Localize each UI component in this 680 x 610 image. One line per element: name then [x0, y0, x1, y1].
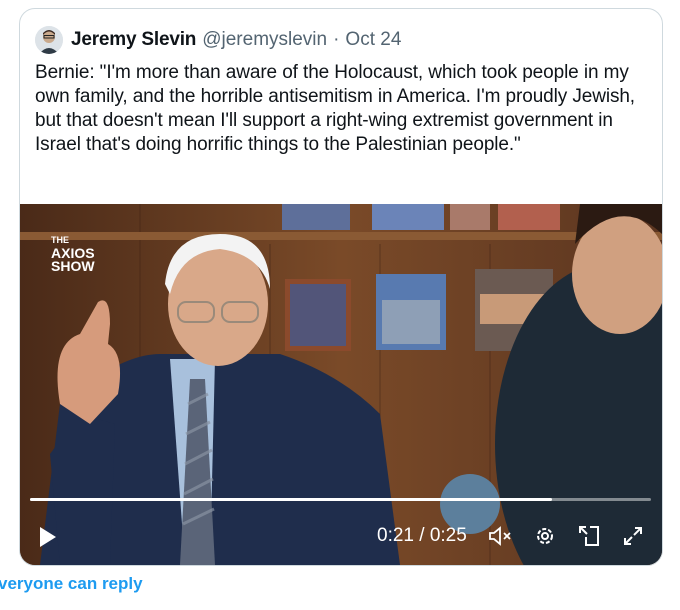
- author-handle[interactable]: @jeremyslevin: [202, 29, 327, 51]
- reply-settings-link[interactable]: veryone can reply: [0, 574, 143, 594]
- video-controls: 0:21 / 0:25: [20, 514, 662, 558]
- tweet-text: Bernie: "I'm more than aware of the Holo…: [35, 62, 635, 155]
- settings-icon[interactable]: [533, 524, 557, 553]
- logo-line-3: SHOW: [51, 258, 95, 274]
- play-icon[interactable]: [38, 526, 58, 553]
- progress-fill: [30, 498, 552, 501]
- current-time: 0:21: [377, 525, 414, 546]
- show-logo: THE AXIOS SHOW: [51, 234, 95, 273]
- separator-dot: ·: [333, 29, 340, 50]
- video-player[interactable]: THE AXIOS SHOW 0:21 / 0:25: [20, 204, 662, 565]
- video-time: 0:21 / 0:25: [377, 525, 467, 547]
- tweet-card[interactable]: Jeremy Slevin @jeremyslevin · Oct 24 Ber…: [19, 8, 663, 566]
- author-avatar[interactable]: [35, 26, 63, 54]
- progress-bar[interactable]: [30, 498, 651, 501]
- video-frame: [20, 204, 662, 565]
- duration: 0:25: [429, 525, 467, 546]
- fullscreen-icon[interactable]: [622, 525, 644, 552]
- author-name[interactable]: Jeremy Slevin: [71, 29, 196, 51]
- time-separator: /: [419, 525, 425, 546]
- tweet-date[interactable]: Oct 24: [345, 29, 401, 51]
- tweet-header: Jeremy Slevin @jeremyslevin · Oct 24: [35, 26, 401, 54]
- pip-icon[interactable]: [577, 524, 601, 553]
- mute-icon[interactable]: [488, 525, 514, 552]
